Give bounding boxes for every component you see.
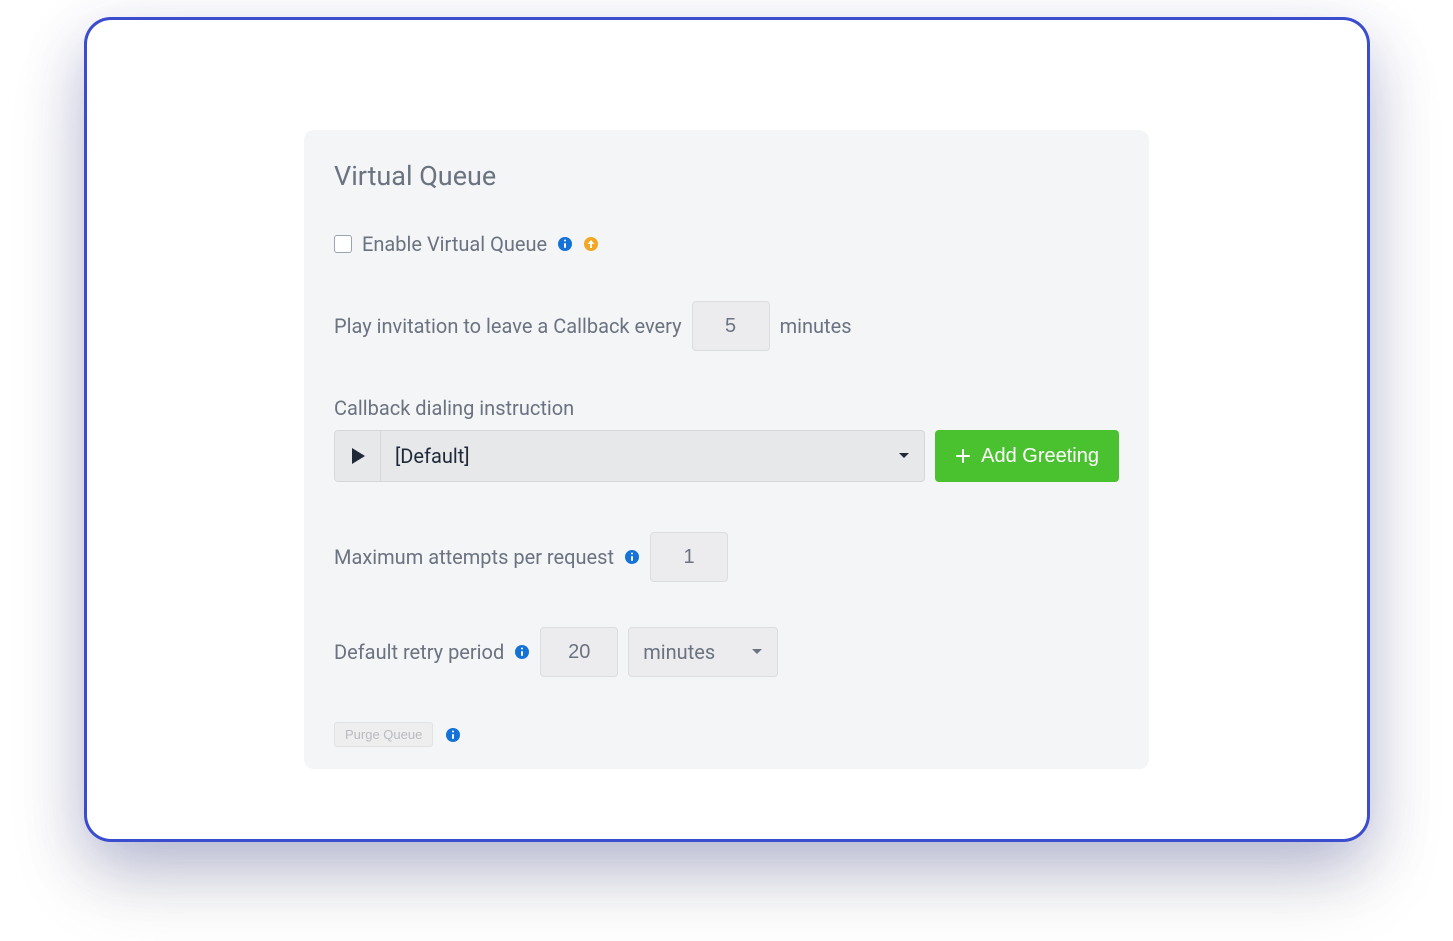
max-attempts-input[interactable]	[650, 532, 728, 582]
info-icon[interactable]	[514, 644, 530, 660]
info-icon[interactable]	[445, 727, 461, 743]
retry-unit-select[interactable]: minutes	[628, 627, 778, 677]
max-attempts-label: Maximum attempts per request	[334, 545, 614, 569]
add-greeting-button[interactable]: Add Greeting	[935, 430, 1119, 482]
retry-row: Default retry period minutes	[334, 627, 1119, 677]
dialing-select[interactable]: [Default]	[381, 431, 924, 481]
enable-label: Enable Virtual Queue	[362, 232, 547, 256]
dialing-select-wrap: [Default]	[334, 430, 925, 482]
card-title: Virtual Queue	[334, 160, 1119, 192]
dialing-row: [Default] Add Greeting	[334, 430, 1119, 482]
caret-down-icon	[898, 452, 910, 460]
info-icon[interactable]	[624, 549, 640, 565]
purge-row: Purge Queue	[334, 722, 1119, 747]
virtual-queue-card: Virtual Queue Enable Virtual Queue Play …	[304, 130, 1149, 769]
invitation-prefix: Play invitation to leave a Callback ever…	[334, 314, 682, 338]
add-greeting-label: Add Greeting	[981, 445, 1099, 468]
retry-label: Default retry period	[334, 640, 504, 664]
play-button[interactable]	[335, 431, 381, 481]
retry-value-input[interactable]	[540, 627, 618, 677]
info-icon[interactable]	[557, 236, 573, 252]
purge-queue-button[interactable]: Purge Queue	[334, 722, 433, 747]
invitation-interval-input[interactable]	[692, 301, 770, 351]
dialing-label: Callback dialing instruction	[334, 396, 1119, 420]
settings-window: Virtual Queue Enable Virtual Queue Play …	[87, 20, 1367, 839]
max-attempts-row: Maximum attempts per request	[334, 532, 1119, 582]
caret-down-icon	[751, 648, 763, 656]
retry-unit-value: minutes	[643, 640, 715, 664]
enable-checkbox[interactable]	[334, 235, 352, 253]
invitation-row: Play invitation to leave a Callback ever…	[334, 301, 1119, 351]
invitation-suffix: minutes	[780, 314, 852, 338]
upgrade-icon[interactable]	[583, 236, 599, 252]
enable-row: Enable Virtual Queue	[334, 232, 1119, 256]
dialing-selected-value: [Default]	[395, 444, 470, 468]
